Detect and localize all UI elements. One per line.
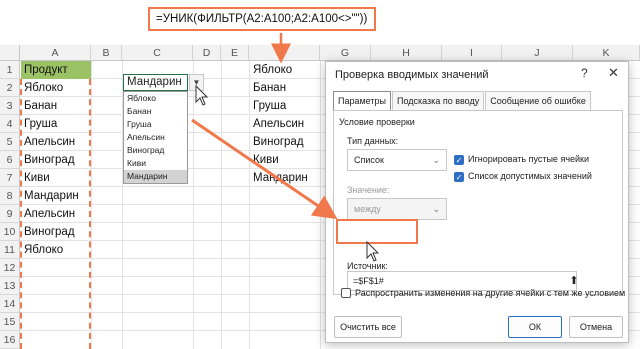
row-header[interactable]: 13 [0, 277, 20, 295]
dialog-title: Проверка вводимых значений [335, 69, 489, 81]
column-a-dashed-highlight [20, 79, 91, 349]
cell-f[interactable]: Мандарин [250, 169, 308, 187]
row-header[interactable]: 10 [0, 223, 20, 241]
type-select-value: Список [354, 155, 384, 165]
cell-a1-header[interactable]: Продукт [21, 61, 91, 79]
chevron-down-icon: ⌄ [432, 204, 440, 214]
column-header-b[interactable]: B [91, 45, 122, 61]
row-header[interactable]: 12 [0, 259, 20, 277]
cancel-button[interactable]: Отмена [569, 316, 623, 338]
row-header[interactable]: 7 [0, 169, 20, 187]
value-select-value: между [354, 204, 381, 214]
gridline [221, 61, 222, 349]
cell-f[interactable]: Виноград [250, 133, 304, 151]
column-header-i[interactable]: I [442, 45, 502, 61]
gridline [193, 61, 194, 349]
propagate-label: Распространить изменения на другие ячейк… [355, 288, 626, 298]
column-header-c[interactable]: C [122, 45, 193, 61]
section-title: Условие проверки [339, 117, 415, 127]
row-header[interactable]: 8 [0, 187, 20, 205]
clear-all-button[interactable]: Очистить все [334, 316, 402, 338]
cell-f[interactable]: Киви [250, 151, 279, 169]
type-select[interactable]: Список ⌄ [347, 149, 447, 171]
column-header-a[interactable]: A [20, 45, 91, 61]
in-cell-dropdown-checkbox[interactable]: ✓ [454, 172, 464, 182]
value-select: между ⌄ [347, 198, 447, 220]
data-validation-dialog: Проверка вводимых значений ? ✕ Параметры… [325, 61, 629, 343]
dropdown-list: Яблоко Банан Груша Апельсин Виноград Кив… [123, 91, 188, 184]
value-label: Значение: [347, 185, 390, 195]
column-header-d[interactable]: D [193, 45, 221, 61]
ignore-blank-checkbox[interactable]: ✓ [454, 155, 464, 165]
row-header[interactable]: 3 [0, 97, 20, 115]
row-header[interactable]: 4 [0, 115, 20, 133]
dropdown-option[interactable]: Яблоко [124, 92, 187, 105]
in-cell-dropdown-label: Список допустимых значений [468, 171, 592, 181]
propagate-checkbox[interactable] [341, 288, 351, 298]
dropdown-option[interactable]: Банан [124, 105, 187, 118]
select-all-corner[interactable] [0, 45, 20, 61]
column-header-k[interactable]: K [573, 45, 640, 61]
cell-f[interactable]: Груша [250, 97, 286, 115]
column-header-f[interactable]: F [249, 45, 320, 61]
column-header-e[interactable]: E [221, 45, 249, 61]
formula-text: =УНИК(ФИЛЬТР(A2:A100;A2:A100<>"")) [156, 13, 368, 25]
cell-f[interactable]: Яблоко [250, 61, 292, 79]
dialog-tabs: Параметры Подсказка по вводу Сообщение о… [333, 91, 592, 111]
help-icon[interactable]: ? [581, 66, 588, 80]
column-header-j[interactable]: J [502, 45, 573, 61]
row-header[interactable]: 9 [0, 205, 20, 223]
row-header[interactable]: 15 [0, 313, 20, 331]
close-icon[interactable]: ✕ [608, 65, 619, 81]
row-header[interactable]: 5 [0, 133, 20, 151]
source-highlight-box [336, 219, 418, 244]
ok-button[interactable]: ОК [508, 316, 562, 338]
dropdown-option-selected[interactable]: Мандарин [124, 170, 187, 183]
source-label: Источник: [347, 261, 388, 271]
row-header[interactable]: 11 [0, 241, 20, 259]
row-header[interactable]: 2 [0, 79, 20, 97]
dropdown-option[interactable]: Виноград [124, 144, 187, 157]
gridline [91, 61, 92, 349]
row-header[interactable]: 16 [0, 331, 20, 349]
tab-input-message[interactable]: Подсказка по вводу [391, 91, 485, 111]
chevron-down-icon: ⌄ [432, 155, 440, 165]
row-header[interactable]: 14 [0, 295, 20, 313]
type-label: Тип данных: [347, 136, 399, 146]
chevron-down-icon: ▼ [192, 78, 201, 87]
dropdown-option[interactable]: Киви [124, 157, 187, 170]
dropdown-option[interactable]: Апельсин [124, 131, 187, 144]
column-header-h[interactable]: H [371, 45, 442, 61]
dropdown-cell-c2[interactable]: Мандарин [123, 74, 188, 91]
row-header[interactable]: 1 [0, 61, 20, 79]
formula-callout: =УНИК(ФИЛЬТР(A2:A100;A2:A100<>"")) [148, 7, 376, 31]
tab-error-alert[interactable]: Сообщение об ошибке [485, 91, 591, 111]
dropdown-option[interactable]: Груша [124, 118, 187, 131]
cell-f[interactable]: Апельсин [250, 115, 304, 133]
row-header[interactable]: 6 [0, 151, 20, 169]
dropdown-arrow-button[interactable]: ▼ [189, 74, 204, 91]
settings-panel: Условие проверки Тип данных: Список ⌄ ✓ … [333, 110, 623, 295]
column-header-g[interactable]: G [320, 45, 371, 61]
tab-settings[interactable]: Параметры [333, 91, 391, 111]
gridline [320, 61, 321, 349]
cell-f[interactable]: Банан [250, 79, 286, 97]
ignore-blank-label: Игнорировать пустые ячейки [468, 154, 589, 164]
